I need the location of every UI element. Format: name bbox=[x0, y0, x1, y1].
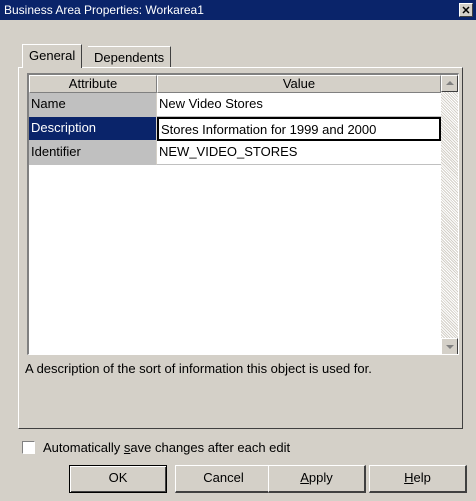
tab-general[interactable]: General bbox=[22, 44, 83, 68]
autosave-label[interactable]: Automatically save changes after each ed… bbox=[43, 440, 290, 455]
attribute-cell[interactable]: Name bbox=[29, 93, 157, 117]
tab-dependents-label: Dependents bbox=[94, 50, 165, 65]
tab-general-label: General bbox=[29, 48, 76, 63]
autosave-label-part: ave changes after each edit bbox=[130, 440, 291, 455]
attribute-cell[interactable]: Description bbox=[29, 117, 157, 141]
autosave-label-part: Automatically bbox=[43, 440, 124, 455]
attribute-cell[interactable]: Identifier bbox=[29, 141, 157, 165]
scroll-up-button[interactable] bbox=[441, 75, 458, 92]
help-button[interactable]: Help bbox=[369, 465, 467, 493]
value-edit-field[interactable]: Stores Information for 1999 and 2000 bbox=[157, 117, 441, 141]
grid-row-description[interactable]: Description Stores Information for 1999 … bbox=[29, 117, 441, 141]
apply-label: pply bbox=[308, 470, 333, 485]
vertical-scrollbar[interactable] bbox=[441, 75, 458, 354]
cancel-button[interactable]: Cancel bbox=[175, 465, 273, 493]
grid-header: Attribute Value bbox=[29, 75, 441, 93]
up-arrow-icon bbox=[446, 81, 454, 85]
attribute-description: A description of the sort of information… bbox=[25, 361, 372, 376]
header-attribute[interactable]: Attribute bbox=[29, 75, 157, 93]
grid-row-identifier[interactable]: Identifier NEW_VIDEO_STORES bbox=[29, 141, 441, 165]
properties-dialog: Business Area Properties: Workarea1 ✕ Ge… bbox=[0, 0, 476, 501]
ok-button[interactable]: OK bbox=[69, 465, 167, 493]
window-title: Business Area Properties: Workarea1 bbox=[4, 3, 204, 17]
header-value[interactable]: Value bbox=[157, 75, 441, 93]
apply-button[interactable]: Apply bbox=[268, 465, 366, 493]
value-cell[interactable]: NEW_VIDEO_STORES bbox=[157, 141, 441, 165]
help-label: elp bbox=[413, 470, 431, 485]
property-grid: Attribute Value Name New Video Stores De… bbox=[27, 73, 459, 355]
value-cell[interactable]: New Video Stores bbox=[157, 93, 441, 117]
title-bar: Business Area Properties: Workarea1 ✕ bbox=[0, 0, 476, 20]
down-arrow-icon bbox=[446, 345, 454, 349]
tab-dependents[interactable]: Dependents bbox=[88, 46, 172, 68]
apply-mnemonic: A bbox=[300, 470, 309, 485]
grid-row-name[interactable]: Name New Video Stores bbox=[29, 93, 441, 117]
help-mnemonic: H bbox=[404, 470, 414, 485]
scroll-down-button[interactable] bbox=[441, 338, 458, 354]
autosave-checkbox[interactable] bbox=[22, 441, 35, 454]
close-icon[interactable]: ✕ bbox=[459, 3, 473, 17]
